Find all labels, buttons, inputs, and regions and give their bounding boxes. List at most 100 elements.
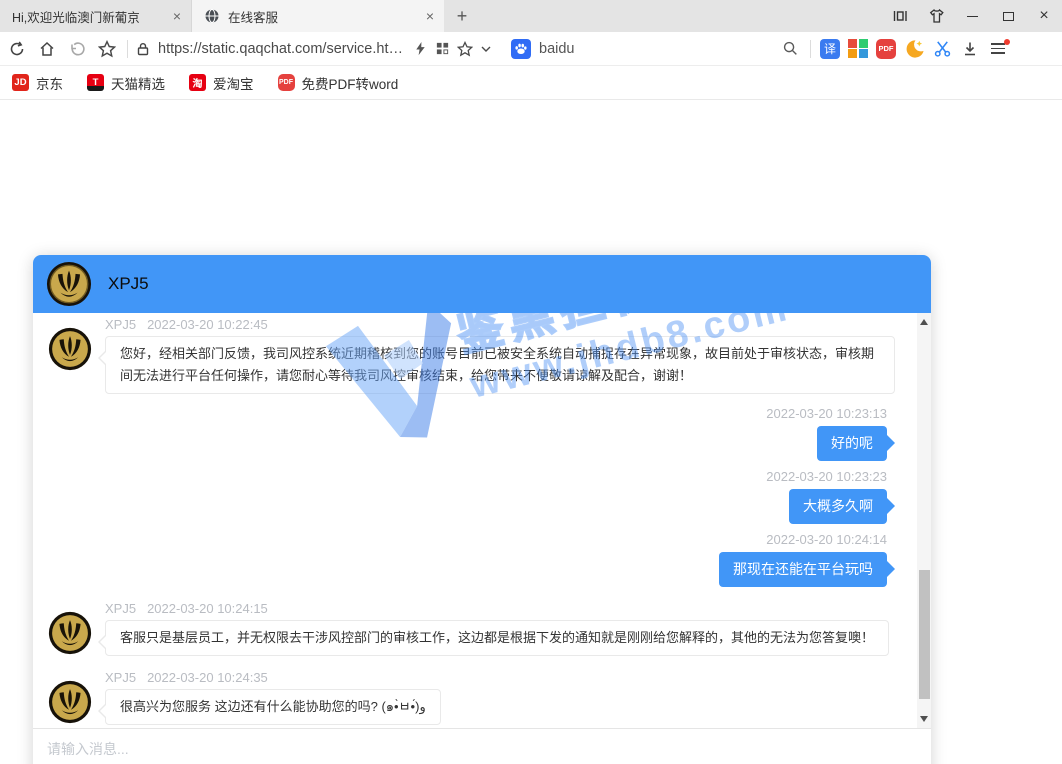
scroll-down-icon[interactable] <box>920 716 928 722</box>
maximize-button[interactable] <box>990 0 1026 32</box>
tab-casino-site[interactable]: Hi,欢迎光临澳门新葡京 × <box>0 0 192 32</box>
chat-message-user: 2022-03-20 10:24:14 那现在还能在平台玩吗 <box>48 532 897 587</box>
favorites-button[interactable] <box>92 35 122 63</box>
url-text[interactable]: https://static.qaqchat.com/service.html?… <box>158 41 406 57</box>
chat-message-agent: XPJ5 2022-03-20 10:22:45 您好，经相关部门反馈，我司风控… <box>48 317 897 394</box>
tab-close-icon[interactable]: × <box>426 8 434 24</box>
search-engine-label[interactable]: baidu <box>539 41 774 57</box>
menu-button[interactable] <box>984 35 1012 63</box>
home-icon <box>38 40 56 58</box>
chat-message-agent: XPJ5 2022-03-20 10:24:35 很高兴为您服务 这边还有什么能… <box>48 670 897 725</box>
bookmark-label: 京东 <box>36 73 63 93</box>
tmall-icon: T <box>87 74 104 91</box>
downloads-button[interactable] <box>956 35 984 63</box>
refresh-button[interactable] <box>2 35 32 63</box>
tab-title: Hi,欢迎光临澳门新葡京 <box>12 7 165 26</box>
minimize-button[interactable] <box>954 0 990 32</box>
collection-grid-icon[interactable] <box>435 41 450 56</box>
agent-avatar <box>48 611 92 655</box>
night-mode-button[interactable] <box>900 35 928 63</box>
maximize-icon <box>1003 12 1014 21</box>
tab-title: 在线客服 <box>228 7 410 26</box>
message-bubble: 大概多久啊 <box>789 489 887 524</box>
message-timestamp: 2022-03-20 10:24:14 <box>766 532 887 548</box>
browser-toolbar: https://static.qaqchat.com/service.html?… <box>0 32 1062 66</box>
lightning-icon[interactable] <box>413 41 428 56</box>
globe-favicon-icon <box>204 8 220 24</box>
hamburger-menu-icon <box>991 43 1005 54</box>
translate-extension-button[interactable]: 译 <box>816 35 844 63</box>
search-icon[interactable] <box>782 40 799 57</box>
tab-bar-spacer <box>480 0 882 32</box>
bookmark-label: 免费PDF转word <box>302 73 399 93</box>
close-window-button[interactable]: × <box>1026 0 1062 32</box>
agent-name: XPJ5 <box>105 601 136 617</box>
message-bubble: 您好，经相关部门反馈，我司风控系统近期稽核到您的账号目前已被安全系统自动捕捉存在… <box>105 336 895 394</box>
chevron-down-icon[interactable] <box>480 43 492 55</box>
pdf-icon: PDF <box>278 74 295 91</box>
chat-agent-title: XPJ5 <box>108 274 149 294</box>
shirt-icon <box>927 7 946 26</box>
chat-header: XPJ5 <box>33 255 931 313</box>
bookmark-jd[interactable]: JD 京东 <box>12 73 63 93</box>
chat-input-area <box>33 728 931 764</box>
tab-layout-icon <box>891 7 909 25</box>
address-bar[interactable]: https://static.qaqchat.com/service.html?… <box>133 41 505 57</box>
message-bubble: 很高兴为您服务 这边还有什么能协助您的吗? (๑•̀ㅂ•́)و <box>105 689 441 725</box>
agent-avatar <box>46 261 92 307</box>
tab-layout-button[interactable] <box>882 0 918 32</box>
bookmark-label: 天猫精选 <box>111 73 165 93</box>
chat-message-user: 2022-03-20 10:23:13 好的呢 <box>48 406 897 461</box>
pdf-icon: PDF <box>876 39 896 59</box>
scrollbar-thumb[interactable] <box>919 570 930 699</box>
scroll-up-icon[interactable] <box>920 319 928 325</box>
skin-theme-button[interactable] <box>918 0 954 32</box>
message-bubble: 客服只是基层员工，并无权限去干涉风控部门的审核工作，这边都是根据下发的通知就是刚… <box>105 620 889 656</box>
refresh-icon <box>8 40 26 58</box>
lock-icon <box>135 41 151 57</box>
bookmark-pdf2word[interactable]: PDF 免费PDF转word <box>278 73 399 93</box>
message-timestamp: 2022-03-20 10:22:45 <box>147 317 268 333</box>
scissors-icon <box>933 39 952 58</box>
message-bubble: 那现在还能在平台玩吗 <box>719 552 887 587</box>
message-list: 鉴黑担保网 www.jhdb8.com XPJ5 2022-03-20 10:2… <box>33 313 931 728</box>
undo-arrow-icon <box>68 40 86 58</box>
message-timestamp: 2022-03-20 10:24:35 <box>147 670 268 686</box>
apps-grid-icon <box>848 39 868 59</box>
tab-close-icon[interactable]: × <box>173 8 181 24</box>
message-timestamp: 2022-03-20 10:23:23 <box>766 469 887 485</box>
bookmark-label: 爱淘宝 <box>213 73 254 93</box>
star-icon <box>98 40 116 58</box>
bookmark-star-icon[interactable] <box>457 41 473 57</box>
translate-icon: 译 <box>820 39 840 59</box>
restore-session-button[interactable] <box>62 35 92 63</box>
tab-online-service[interactable]: 在线客服 × <box>192 0 444 32</box>
toolbar-divider <box>810 40 811 58</box>
chat-message-agent: XPJ5 2022-03-20 10:24:15 客服只是基层员工，并无权限去干… <box>48 601 897 656</box>
browser-tab-bar: Hi,欢迎光临澳门新葡京 × 在线客服 × + × <box>0 0 1062 32</box>
agent-avatar <box>48 327 92 371</box>
home-button[interactable] <box>32 35 62 63</box>
page-content: XPJ5 鉴黑担保网 www.jhdb8.com <box>0 100 1062 764</box>
new-tab-button[interactable]: + <box>444 0 480 32</box>
apps-extension-button[interactable] <box>844 35 872 63</box>
baidu-paw-icon <box>511 39 531 59</box>
toolbar-divider <box>127 40 128 58</box>
message-timestamp: 2022-03-20 10:24:15 <box>147 601 268 617</box>
bookmarks-bar: JD 京东 T 天猫精选 淘 爱淘宝 PDF 免费PDF转word <box>0 66 1062 100</box>
search-box[interactable]: baidu <box>505 39 805 59</box>
bookmark-tmall[interactable]: T 天猫精选 <box>87 73 165 93</box>
moon-icon <box>904 38 925 59</box>
taobao-icon: 淘 <box>189 74 206 91</box>
message-bubble: 好的呢 <box>817 426 887 461</box>
chat-widget: XPJ5 鉴黑担保网 www.jhdb8.com <box>33 255 931 764</box>
message-input[interactable] <box>47 735 917 757</box>
chat-scrollbar[interactable] <box>917 313 931 728</box>
agent-avatar <box>48 680 92 724</box>
download-icon <box>961 40 979 58</box>
minimize-icon <box>967 16 978 17</box>
pdf-extension-button[interactable]: PDF <box>872 35 900 63</box>
bookmark-taobao[interactable]: 淘 爱淘宝 <box>189 73 254 93</box>
screenshot-button[interactable] <box>928 35 956 63</box>
chat-message-user: 2022-03-20 10:23:23 大概多久啊 <box>48 469 897 524</box>
